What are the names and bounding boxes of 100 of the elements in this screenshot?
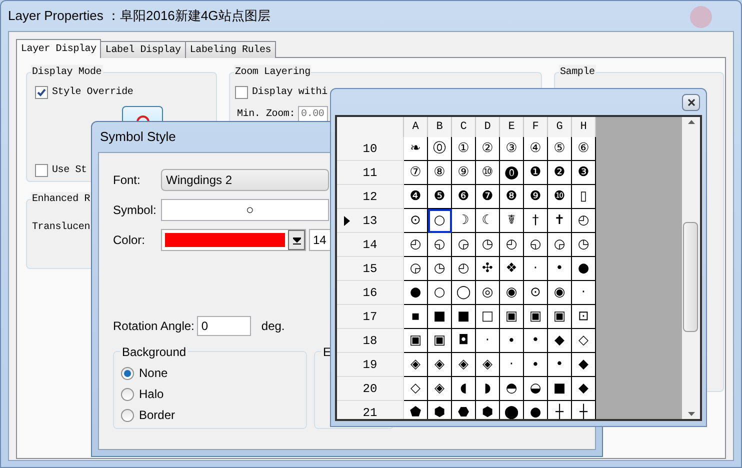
font-dropdown[interactable]: Wingdings 2	[161, 169, 329, 191]
symbol-cell[interactable]: ⑥	[572, 137, 596, 161]
symbol-cell[interactable]: ❸	[572, 161, 596, 185]
symbol-cell[interactable]: ⑦	[404, 161, 428, 185]
symbol-cell[interactable]: ◒	[524, 377, 548, 401]
symbol-cell[interactable]: ◆	[572, 353, 596, 377]
row-header[interactable]: 14	[337, 233, 404, 257]
symbol-cell[interactable]: ∙	[524, 353, 548, 377]
symbol-cell[interactable]: ❿	[548, 185, 572, 209]
size-field[interactable]: 14	[309, 229, 331, 251]
tab[interactable]: Label Display	[100, 41, 186, 58]
symbol-cell[interactable]: ▣	[524, 305, 548, 329]
symbol-cell[interactable]: ⬢	[428, 401, 452, 419]
symbol-cell[interactable]: ◆	[572, 377, 596, 401]
symbol-cell[interactable]: ②	[476, 137, 500, 161]
symbol-cell[interactable]: ◓	[500, 377, 524, 401]
symbol-cell[interactable]: ▪	[404, 305, 428, 329]
symbol-cell[interactable]: ◇	[404, 377, 428, 401]
symbol-cell[interactable]: ❧	[404, 137, 428, 161]
symbol-cell[interactable]: ◈	[428, 377, 452, 401]
symbol-cell[interactable]: ▯	[572, 185, 596, 209]
symbol-cell[interactable]: ·	[500, 353, 524, 377]
symbol-cell[interactable]: ⊡	[572, 305, 596, 329]
symbol-cell[interactable]: ·	[524, 257, 548, 281]
row-header[interactable]: 13	[337, 209, 404, 233]
symbol-cell[interactable]: ◈	[476, 353, 500, 377]
row-header[interactable]: 17	[337, 305, 404, 329]
symbol-cell[interactable]: ■	[548, 377, 572, 401]
symbol-cell[interactable]: ◷	[428, 257, 452, 281]
symbol-cell[interactable]: ◖	[452, 377, 476, 401]
symbol-cell[interactable]: ◆	[548, 329, 572, 353]
row-header[interactable]: 10	[337, 137, 404, 161]
symbol-cell[interactable]: ◈	[452, 353, 476, 377]
symbol-cell[interactable]: †	[524, 209, 548, 233]
symbol-cell[interactable]: •	[524, 329, 548, 353]
symbol-cell[interactable]: ❷	[548, 161, 572, 185]
symbol-cell[interactable]: ③	[500, 137, 524, 161]
symbol-cell[interactable]: ▣	[500, 305, 524, 329]
row-header[interactable]: 18	[337, 329, 404, 353]
symbol-cell[interactable]: ◶	[548, 233, 572, 257]
symbol-cell[interactable]: ◴	[500, 233, 524, 257]
symbol-cell[interactable]: ◯	[452, 281, 476, 305]
symbol-cell[interactable]: ▣	[428, 329, 452, 353]
symbol-cell[interactable]: ■	[452, 305, 476, 329]
symbol-cell[interactable]: ·	[476, 329, 500, 353]
row-header[interactable]: 15	[337, 257, 404, 281]
symbol-cell[interactable]: ④	[524, 137, 548, 161]
symbol-cell[interactable]: ◴	[572, 209, 596, 233]
rotation-field[interactable]: 0	[197, 316, 252, 336]
symbol-cell[interactable]: ◷	[476, 233, 500, 257]
symbol-cell[interactable]: ◇	[572, 329, 596, 353]
symbol-cell[interactable]: ▣	[548, 305, 572, 329]
symbol-cell[interactable]: ❺	[428, 185, 452, 209]
symbol-cell[interactable]: ●	[572, 257, 596, 281]
symbol-cell[interactable]: ∙	[500, 329, 524, 353]
symbol-cell[interactable]: ◶	[452, 233, 476, 257]
symbol-cell[interactable]: ┼	[572, 401, 596, 419]
symbol-cell[interactable]: ◘	[452, 329, 476, 353]
symbol-cell[interactable]: ◵	[428, 233, 452, 257]
symbol-cell[interactable]: ◶	[404, 257, 428, 281]
symbol-cell[interactable]: ☤	[500, 209, 524, 233]
symbol-cell[interactable]: ▣	[404, 329, 428, 353]
symbol-cell[interactable]: ✝	[548, 209, 572, 233]
symbol-field[interactable]: ○	[161, 199, 329, 221]
symbol-cell[interactable]: ⊙	[524, 281, 548, 305]
symbol-cell[interactable]: ○	[428, 281, 452, 305]
row-header[interactable]: 20	[337, 377, 404, 401]
symbol-cell[interactable]: ❶	[524, 161, 548, 185]
symbol-cell[interactable]: ⑩	[476, 161, 500, 185]
symbol-cell[interactable]: ⬤	[500, 401, 524, 419]
symbol-cell[interactable]: ◎	[476, 281, 500, 305]
symbol-cell[interactable]: ◗	[476, 377, 500, 401]
symbol-cell[interactable]: ✣	[476, 257, 500, 281]
tab[interactable]: Labeling Rules	[184, 41, 276, 58]
symbol-cell[interactable]: •	[548, 257, 572, 281]
symbol-cell[interactable]: ◉	[500, 281, 524, 305]
symbol-cell[interactable]: ◈	[428, 353, 452, 377]
symbol-cell[interactable]: ◈	[404, 353, 428, 377]
symbol-cell[interactable]: ⬣	[452, 401, 476, 419]
symbol-cell[interactable]: ⑧	[428, 161, 452, 185]
symbol-cell[interactable]: ◉	[548, 281, 572, 305]
symbol-cell[interactable]: ·	[572, 281, 596, 305]
symbol-cell[interactable]: ●	[524, 401, 548, 419]
symbol-cell[interactable]: ☽	[452, 209, 476, 233]
symbol-cell[interactable]: ⬢	[476, 401, 500, 419]
row-header[interactable]: 16	[337, 281, 404, 305]
symbol-cell[interactable]: ❻	[452, 185, 476, 209]
symbol-cell[interactable]: ◴	[452, 257, 476, 281]
symbol-cell[interactable]: ☾	[476, 209, 500, 233]
symbol-cell[interactable]: ❾	[524, 185, 548, 209]
row-header[interactable]: 12	[337, 185, 404, 209]
symbol-cell[interactable]: ◵	[524, 233, 548, 257]
symbol-cell[interactable]: ●	[404, 281, 428, 305]
symbol-cell[interactable]: ⬟	[404, 401, 428, 419]
symbol-cell[interactable]: ┼	[548, 401, 572, 419]
symbol-cell[interactable]: ❖	[500, 257, 524, 281]
symbol-cell[interactable]: •	[548, 353, 572, 377]
symbol-cell[interactable]: ❹	[404, 185, 428, 209]
row-header[interactable]: 19	[337, 353, 404, 377]
symbol-cell[interactable]: □	[476, 305, 500, 329]
